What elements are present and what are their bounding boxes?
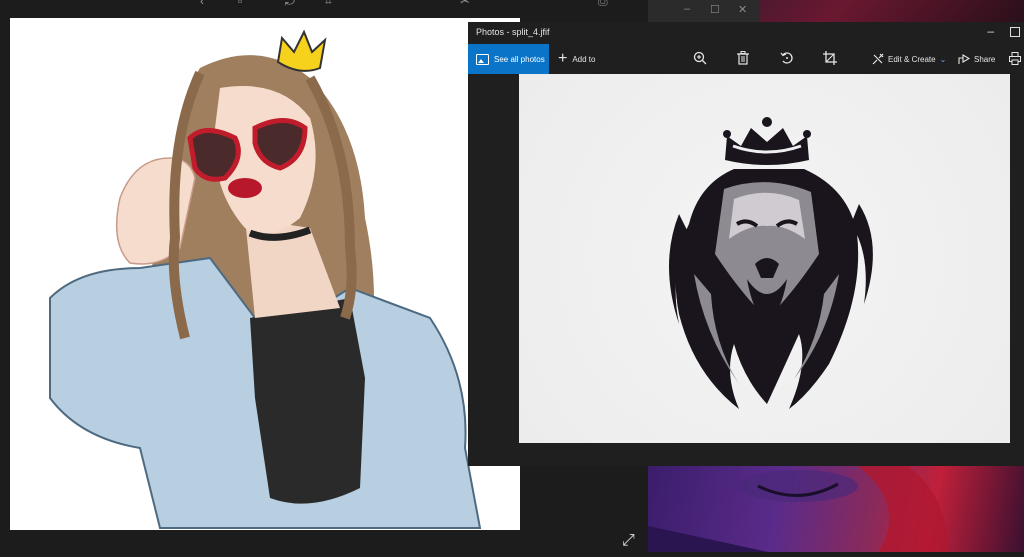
- title-bar: Photos - split_4.jfif –: [468, 22, 1024, 44]
- edit-icon: ✂: [460, 0, 471, 8]
- maximize-icon[interactable]: [1010, 27, 1020, 37]
- rotate-icon[interactable]: [780, 51, 794, 65]
- back-icon: ‹: [200, 0, 204, 8]
- woman-illustration: [10, 18, 520, 530]
- chevron-down-icon: ⌄: [939, 54, 947, 64]
- edit-create-label: Edit & Create: [888, 54, 936, 64]
- maximize-icon[interactable]: ☐: [710, 3, 720, 16]
- image-viewer: [468, 74, 1024, 466]
- crop-icon[interactable]: [823, 51, 837, 65]
- share-button[interactable]: Share: [958, 44, 995, 74]
- photos-toolbar: See all photos + Add to Edit & Create ⌄ …: [468, 44, 1024, 74]
- minimize-icon[interactable]: –: [684, 3, 690, 15]
- print-icon[interactable]: [1009, 52, 1021, 65]
- see-all-photos-label: See all photos: [494, 54, 545, 64]
- delete-icon[interactable]: [737, 51, 749, 65]
- print-icon: ⎙: [598, 0, 608, 8]
- close-icon[interactable]: ✕: [738, 3, 747, 16]
- edit-create-button[interactable]: Edit & Create ⌄: [872, 44, 946, 74]
- edit-icon: [872, 53, 884, 65]
- window-title: Photos - split_4.jfif: [476, 27, 550, 37]
- delete-icon: ▫: [238, 0, 243, 8]
- background-photo-bottom: [648, 466, 1024, 552]
- zoom-icon[interactable]: [693, 51, 707, 65]
- rotate-icon: ⤾: [285, 0, 295, 8]
- expand-icon[interactable]: ⤢: [622, 532, 635, 550]
- plus-icon: +: [558, 50, 568, 67]
- photos-app-window: Photos - split_4.jfif – See all photos +…: [468, 22, 1024, 466]
- photos-icon: [476, 53, 489, 65]
- crop-icon: ⌗: [325, 0, 332, 8]
- add-to-button[interactable]: + Add to: [558, 44, 595, 74]
- see-all-photos-button[interactable]: See all photos: [468, 44, 549, 74]
- background-toolbar-remnant: ‹ ▫ ⤾ ⌗ ✂ ⎙: [0, 0, 648, 18]
- minimize-icon[interactable]: –: [987, 24, 994, 38]
- share-label: Share: [974, 54, 996, 64]
- lion-logo-image: [519, 74, 1010, 443]
- background-window-controls: – ☐ ✕: [648, 0, 760, 22]
- add-to-label: Add to: [572, 54, 596, 64]
- share-icon: [958, 53, 970, 64]
